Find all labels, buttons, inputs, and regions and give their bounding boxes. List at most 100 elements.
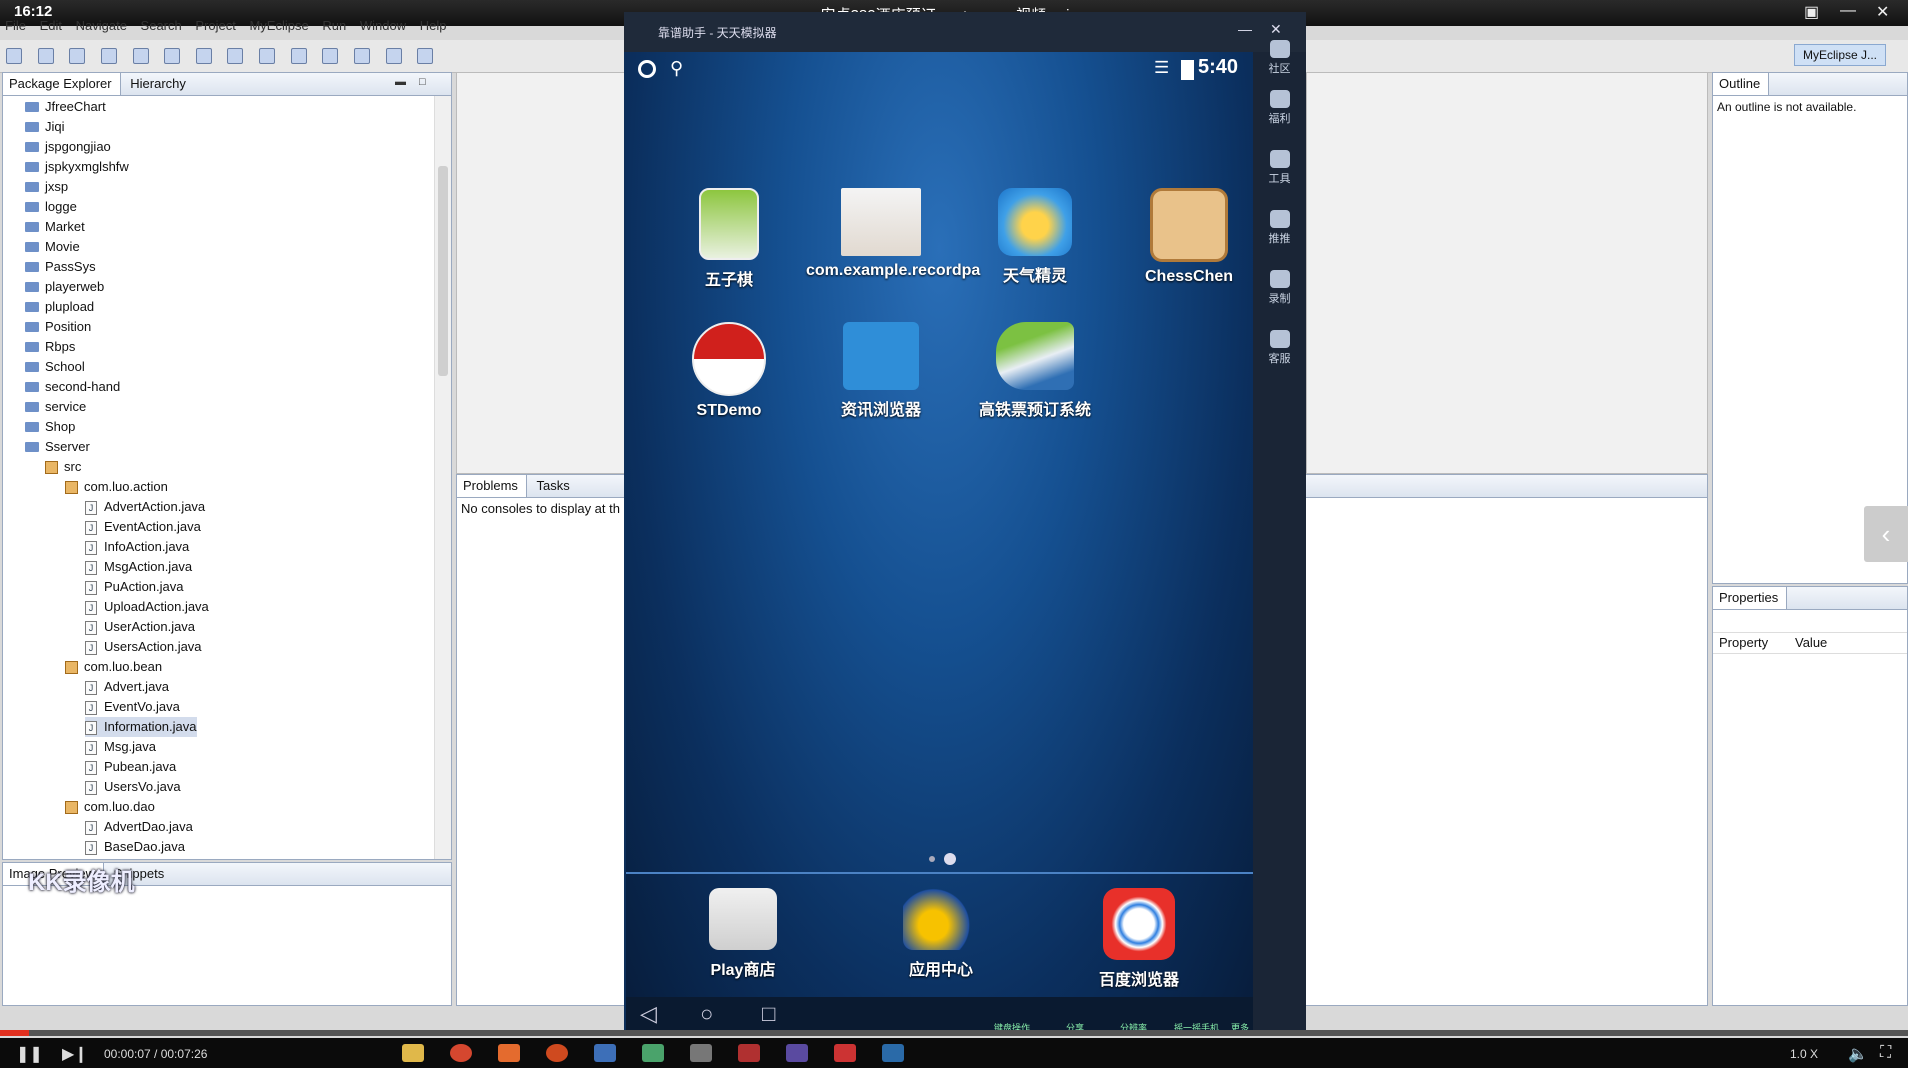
side-welfare[interactable]: 福利 [1253,90,1306,126]
tree-java-file[interactable]: J AdvertAction.java [85,497,205,517]
app-railway-booking[interactable]: 高铁票预订系统 [960,322,1110,420]
ide-icon[interactable] [786,1044,808,1062]
tree-project[interactable]: Market [25,217,85,237]
search-icon[interactable] [290,48,307,64]
tree-project[interactable]: School [25,357,85,377]
speed-display[interactable]: 1.0 X [1790,1047,1818,1061]
back-icon[interactable] [353,48,370,64]
tab-hierarchy[interactable]: Hierarchy [124,73,194,95]
new-icon[interactable] [6,48,22,64]
explorer-icon[interactable] [402,1044,424,1062]
side-tools[interactable]: 工具 [1253,150,1306,186]
tree-package[interactable]: com.luo.dao [65,797,155,817]
tree-java-file[interactable]: J Msg.java [85,737,156,757]
tab-outline[interactable]: Outline [1713,73,1770,95]
run-icon[interactable] [227,48,244,64]
globe-icon[interactable] [322,48,339,64]
menu-project[interactable]: Project [195,18,235,33]
tree-java-file[interactable]: J UploadAction.java [85,597,209,617]
eclipse-icon[interactable] [594,1044,616,1062]
side-service[interactable]: 客服 [1253,330,1306,366]
tree-project[interactable]: jspkyxmglshfw [25,157,129,177]
app-gomoku[interactable]: 五子棋 [654,188,804,290]
recents-icon[interactable]: □ [762,1001,775,1027]
tree-project[interactable]: Movie [25,237,80,257]
home-icon[interactable]: ○ [700,1001,713,1027]
pause-icon[interactable]: ❚❚ [16,1044,43,1064]
tree-project[interactable]: jxsp [25,177,68,197]
tab-properties[interactable]: Properties [1713,587,1788,609]
tree-package[interactable]: com.luo.bean [65,657,162,677]
tree-project[interactable]: second-hand [25,377,120,397]
tree-package[interactable]: com.luo.action [65,477,168,497]
app-stdemo[interactable]: STDemo [654,322,804,420]
tree-java-file[interactable]: J InfoAction.java [85,537,189,557]
tree-java-file[interactable]: J UsersAction.java [85,637,202,657]
tree-java-file[interactable]: J Information.java [85,717,197,737]
deploy-icon[interactable] [132,48,149,64]
tree-project[interactable]: Sserver [25,437,90,457]
tree-java-file[interactable]: J PuAction.java [85,577,184,597]
menu-edit[interactable]: Edit [40,18,62,33]
tree-project[interactable]: Position [25,317,91,337]
save-icon[interactable] [37,48,54,64]
back-icon[interactable]: ◁ [640,1001,657,1027]
side-community[interactable]: 社区 [1253,40,1306,76]
firefox-icon[interactable] [546,1044,568,1062]
tree-scrollbar[interactable] [434,96,451,859]
chrome-icon[interactable] [450,1044,472,1062]
tree-project[interactable]: jspgongjiao [25,137,111,157]
scroll-thumb[interactable] [438,166,448,376]
new-project-icon[interactable] [100,48,117,64]
tree-project[interactable]: playerweb [25,277,104,297]
menu-navigate[interactable]: Navigate [76,18,127,33]
tree-project[interactable]: PassSys [25,257,96,277]
open-perspective-icon[interactable] [417,48,434,64]
tree-java-file[interactable]: J UserAction.java [85,617,195,637]
app-weather[interactable]: 天气精灵 [960,188,1110,286]
server-icon[interactable] [164,48,181,64]
recorder-icon[interactable] [834,1044,856,1062]
app-news-browser[interactable]: 资讯浏览器 [806,322,956,420]
tree-project[interactable]: Jiqi [25,117,65,137]
close-icon[interactable]: ✕ [1876,2,1889,22]
tool-icon[interactable] [642,1044,664,1062]
side-record[interactable]: 录制 [1253,270,1306,306]
perspective-myeclipse[interactable]: MyEclipse J... [1793,44,1886,66]
menu-help[interactable]: Help [420,18,447,33]
dock-app-center[interactable]: 应用中心 [866,888,1016,980]
app-chesschen[interactable]: ChessChen [1114,188,1264,286]
maximize-view-icon[interactable]: □ [419,76,426,88]
menu-file[interactable]: File [5,18,26,33]
menu-search[interactable]: Search [141,18,182,33]
minimize-view-icon[interactable]: ▬ [395,76,406,88]
dock-baidu-browser[interactable]: 百度浏览器 [1064,888,1214,990]
tree-project[interactable]: Rbps [25,337,75,357]
tree-project[interactable]: Shop [25,417,75,437]
tree-src-folder[interactable]: src [45,457,81,477]
side-expand-icon[interactable]: ‹ [1864,506,1908,562]
menu-run[interactable]: Run [322,18,346,33]
player-icon[interactable] [882,1044,904,1062]
tree-java-file[interactable]: J BaseDao.java [85,837,185,857]
tree-project[interactable]: logge [25,197,77,217]
restore-icon[interactable]: ▣ [1804,2,1819,22]
dock-play-store[interactable]: Play商店 [668,888,818,980]
next-icon[interactable]: ▶❙ [62,1044,88,1064]
tree-java-file[interactable]: J Pubean.java [85,757,176,777]
app-icon[interactable] [498,1044,520,1062]
open-type-icon[interactable] [259,48,275,64]
app-recordpa[interactable]: com.example.recordpa [806,188,980,280]
forward-icon[interactable] [385,48,402,64]
tree-java-file[interactable]: J EventAction.java [85,517,201,537]
menu-window[interactable]: Window [360,18,406,33]
tree-java-file[interactable]: J MsgAction.java [85,557,192,577]
debug-icon[interactable] [195,48,212,64]
menu-myeclipse[interactable]: MyEclipse [249,18,308,33]
print-icon[interactable] [69,48,86,64]
tab-tasks[interactable]: Tasks [531,475,578,497]
tree-java-file[interactable]: J UsersVo.java [85,777,181,797]
notepad-icon[interactable] [690,1044,712,1062]
seek-bar[interactable] [0,1030,1908,1036]
side-push[interactable]: 推推 [1253,210,1306,246]
